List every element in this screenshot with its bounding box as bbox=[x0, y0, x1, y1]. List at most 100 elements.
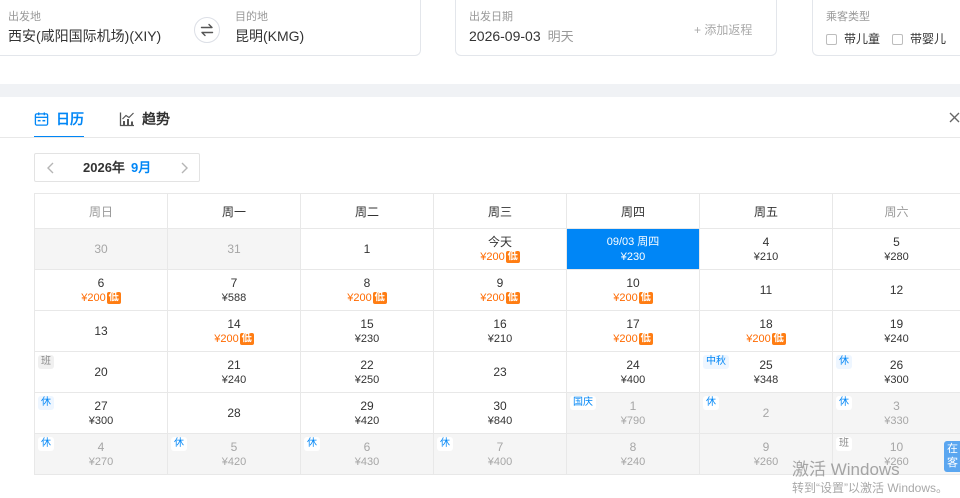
calendar-day-cell[interactable]: 30 ¥840 bbox=[434, 393, 567, 434]
calendar-day-cell[interactable]: 10 ¥200 低 bbox=[567, 270, 700, 311]
holiday-tag: 休 bbox=[836, 355, 852, 369]
calendar-day-cell[interactable]: 7 ¥588 bbox=[168, 270, 301, 311]
calendar-day-price: ¥400 bbox=[487, 455, 513, 468]
calendar-day-number: 13 bbox=[94, 323, 108, 338]
calendar-day-cell[interactable]: 班 20 bbox=[35, 352, 168, 393]
calendar-day-cell[interactable]: 28 bbox=[168, 393, 301, 434]
with-infant-option[interactable]: 带婴儿 bbox=[892, 31, 946, 47]
calendar-day-cell[interactable]: 今天 ¥200 低 bbox=[434, 229, 567, 270]
calendar-day-number: 14 bbox=[227, 316, 241, 331]
calendar-day-number: 1 bbox=[629, 398, 637, 413]
calendar-day-price: ¥348 bbox=[753, 373, 779, 386]
departure-field[interactable]: 出发地 西安(咸阳国际机场)(XIY) bbox=[8, 0, 188, 55]
calendar-day-cell[interactable]: 17 ¥200 低 bbox=[567, 311, 700, 352]
holiday-tag: 休 bbox=[38, 396, 54, 410]
low-price-badge: 低 bbox=[505, 250, 520, 263]
calendar-day-cell[interactable]: 12 bbox=[833, 270, 960, 311]
calendar-day-price: ¥200 bbox=[347, 291, 372, 304]
calendar-day-cell[interactable]: 1 bbox=[301, 229, 434, 270]
calendar-day-price-line: ¥330 bbox=[884, 414, 908, 428]
calendar-day-price-line: ¥588 bbox=[222, 291, 246, 305]
calendar-day-cell[interactable]: 休 4 ¥270 bbox=[35, 434, 168, 475]
calendar-day-cell[interactable]: 9 ¥200 低 bbox=[434, 270, 567, 311]
calendar-day-cell[interactable]: 22 ¥250 bbox=[301, 352, 434, 393]
calendar-day-number: 5 bbox=[893, 234, 900, 249]
calendar-day-cell[interactable]: 14 ¥200 低 bbox=[168, 311, 301, 352]
close-icon[interactable] bbox=[949, 112, 960, 123]
calendar-day-price-line: ¥230 bbox=[355, 332, 379, 346]
calendar-day-number: 7 bbox=[496, 439, 504, 454]
calendar-day-cell[interactable]: 休 3 ¥330 bbox=[833, 393, 960, 434]
calendar-day-cell[interactable]: 4 ¥210 bbox=[700, 229, 833, 270]
tab-calendar[interactable]: 日历 bbox=[34, 102, 84, 138]
calendar-day-cell[interactable]: 23 bbox=[434, 352, 567, 393]
tab-trend[interactable]: 趋势 bbox=[119, 102, 170, 138]
calendar-day-price: ¥230 bbox=[620, 250, 646, 263]
watermark-title: 激活 Windows bbox=[792, 460, 900, 479]
departure-date-field[interactable]: 出发日期 2026-09-03 明天 bbox=[469, 0, 669, 55]
calendar-day-cell[interactable]: 15 ¥230 bbox=[301, 311, 434, 352]
swap-button[interactable] bbox=[194, 17, 220, 43]
calendar-day-cell[interactable]: 6 ¥200 低 bbox=[35, 270, 168, 311]
calendar-day-cell[interactable]: 休 27 ¥300 bbox=[35, 393, 168, 434]
calendar-day-cell[interactable]: 11 bbox=[700, 270, 833, 311]
calendar-day-cell[interactable]: 21 ¥240 bbox=[168, 352, 301, 393]
holiday-tag: 休 bbox=[38, 437, 54, 451]
calendar-day-number: 27 bbox=[94, 398, 108, 413]
calendar-day-number: 3 bbox=[893, 398, 900, 413]
calendar-day-number: 12 bbox=[889, 282, 904, 297]
calendar-day-number: 15 bbox=[360, 316, 374, 331]
with-child-option[interactable]: 带儿童 bbox=[826, 31, 880, 47]
calendar-day-number: 31 bbox=[227, 241, 241, 256]
calendar-day-cell[interactable]: 8 ¥200 低 bbox=[301, 270, 434, 311]
calendar-day-number: 10 bbox=[889, 439, 904, 454]
calendar-day-cell[interactable]: 休 6 ¥430 bbox=[301, 434, 434, 475]
calendar-day-cell[interactable]: 19 ¥240 bbox=[833, 311, 960, 352]
calendar-day-cell[interactable]: 休 7 ¥400 bbox=[434, 434, 567, 475]
departure-label: 出发地 bbox=[8, 11, 41, 23]
calendar-day-cell[interactable]: 18 ¥200 低 bbox=[700, 311, 833, 352]
calendar-day-number: 8 bbox=[363, 275, 371, 290]
calendar-day-price: ¥200 bbox=[214, 332, 239, 345]
calendar-day-cell[interactable]: 休2 bbox=[700, 393, 833, 434]
calendar-day-number: 20 bbox=[94, 364, 108, 379]
calendar-day-number: 22 bbox=[360, 357, 374, 372]
month-nav-year: 2026年 bbox=[83, 160, 125, 175]
holiday-tag: 国庆 bbox=[570, 396, 596, 410]
passenger-card: 乘客类型 带儿童 带婴儿 bbox=[812, 0, 960, 56]
calendar-day-number: 09/03 周四 bbox=[606, 235, 660, 248]
calendar-day-cell[interactable]: 31 bbox=[168, 229, 301, 270]
chevron-left-icon[interactable] bbox=[46, 162, 55, 174]
calendar-day-cell[interactable]: 30 bbox=[35, 229, 168, 270]
calendar-day-price-line: ¥200 低 bbox=[746, 332, 786, 346]
calendar-day-cell[interactable]: 5 ¥280 bbox=[833, 229, 960, 270]
departure-date-value-row: 2026-09-03 明天 bbox=[469, 27, 574, 46]
with-child-checkbox[interactable] bbox=[826, 33, 837, 45]
calendar-day-cell[interactable]: 13 bbox=[35, 311, 168, 352]
weekday-header: 周日 bbox=[35, 194, 168, 229]
calendar-day-number: 21 bbox=[227, 357, 241, 372]
calendar-day-price: ¥300 bbox=[884, 373, 909, 386]
calendar-day-price-line: ¥200 低 bbox=[480, 250, 520, 264]
departure-date-label: 出发日期 bbox=[469, 11, 513, 23]
destination-field[interactable]: 目的地 昆明(KMG) bbox=[235, 0, 415, 55]
calendar-day-price-line: ¥210 bbox=[488, 332, 512, 346]
calendar-day-cell[interactable]: 16 ¥210 bbox=[434, 311, 567, 352]
calendar-day-cell[interactable]: 休 26 ¥300 bbox=[833, 352, 960, 393]
calendar-day-cell[interactable]: 中秋 25 ¥348 bbox=[700, 352, 833, 393]
calendar-day-cell[interactable]: 29 ¥420 bbox=[301, 393, 434, 434]
calendar-day-price: ¥420 bbox=[221, 455, 247, 468]
calendar-day-cell[interactable]: 休 5 ¥420 bbox=[168, 434, 301, 475]
date-card: 出发日期 2026-09-03 明天 + 添加返程 bbox=[455, 0, 777, 56]
with-infant-checkbox[interactable] bbox=[892, 33, 904, 45]
calendar-day-price: ¥200 bbox=[81, 291, 106, 304]
calendar-day-cell[interactable]: 24 ¥400 bbox=[567, 352, 700, 393]
chevron-right-icon[interactable] bbox=[180, 162, 189, 174]
calendar-day-price: ¥200 bbox=[613, 332, 638, 345]
price-calendar-grid: 周日 周一 周二 周三 周四 周五 周六 30 31 1 今天 ¥200 低 09/03 周四 ¥230 4 ¥… bbox=[34, 193, 960, 475]
calendar-day-cell[interactable]: 国庆 1 ¥790 bbox=[567, 393, 700, 434]
add-return-button[interactable]: + 添加返程 bbox=[694, 22, 752, 38]
departure-date-value: 2026-09-03 bbox=[469, 28, 541, 44]
calendar-day-cell-selected[interactable]: 09/03 周四 ¥230 bbox=[567, 229, 700, 270]
calendar-day-cell[interactable]: 8 ¥240 bbox=[567, 434, 700, 475]
